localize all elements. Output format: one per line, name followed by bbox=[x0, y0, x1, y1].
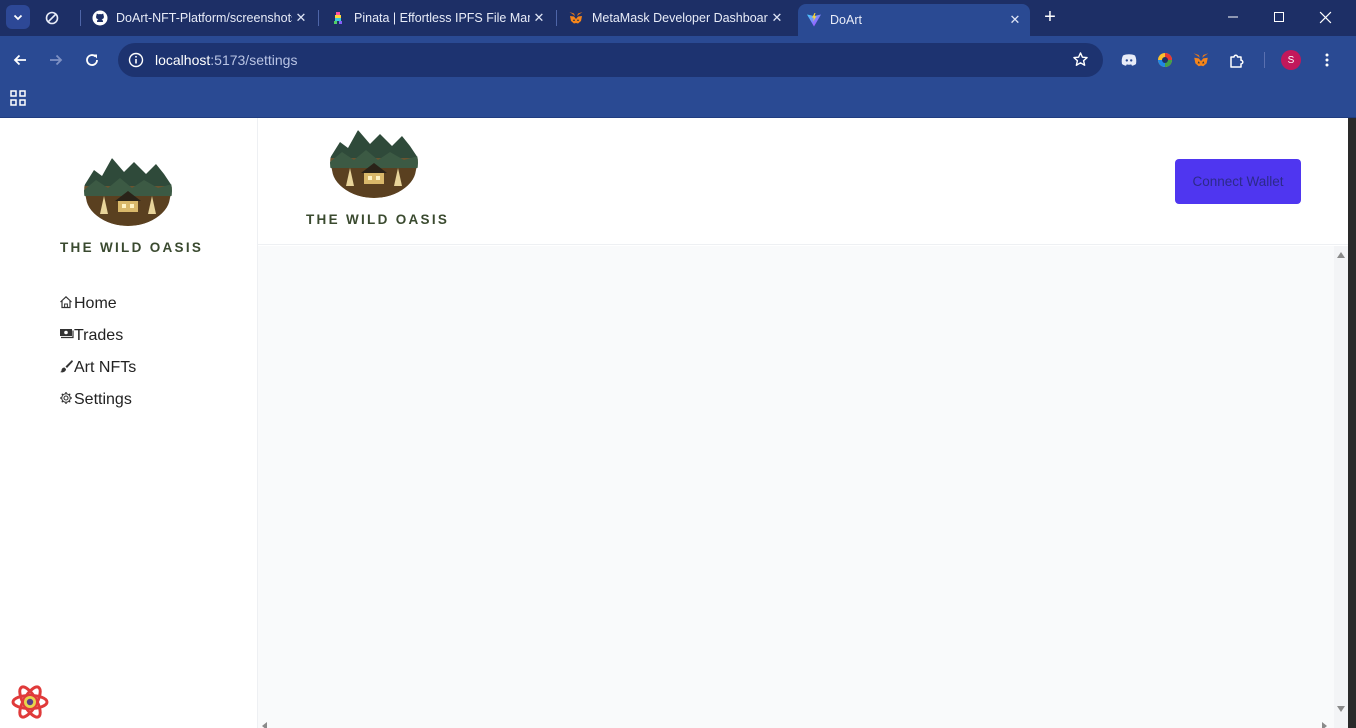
page-viewport: THE WILD OASIS Home Trades Art NFTs Sett… bbox=[0, 118, 1356, 728]
sidebar-logo-text: THE WILD OASIS bbox=[60, 240, 204, 255]
react-logo-icon bbox=[11, 683, 49, 721]
github-icon bbox=[92, 10, 108, 26]
connect-wallet-button[interactable]: Connect Wallet bbox=[1175, 159, 1301, 204]
extensions-puzzle-icon[interactable] bbox=[1227, 50, 1247, 70]
sidebar-item-label: Art NFTs bbox=[74, 359, 137, 376]
close-tab-icon[interactable]: ✕ bbox=[292, 10, 310, 26]
close-tab-icon[interactable]: ✕ bbox=[530, 10, 548, 26]
maximize-button[interactable] bbox=[1256, 0, 1302, 34]
arrow-right-icon bbox=[50, 54, 63, 66]
header-logo-image[interactable] bbox=[330, 128, 418, 198]
url-host: localhost bbox=[155, 52, 211, 68]
close-tab-icon[interactable]: ✕ bbox=[768, 10, 786, 26]
color-picker-extension-icon[interactable] bbox=[1155, 50, 1175, 70]
tab-separator bbox=[80, 10, 81, 26]
chevron-down-icon bbox=[13, 14, 23, 21]
tab-title: DoArt-NFT-Platform/screenshots bbox=[116, 11, 292, 25]
scroll-down-arrow[interactable] bbox=[1337, 706, 1345, 712]
home-icon bbox=[58, 294, 74, 310]
browser-menu-button[interactable] bbox=[1315, 48, 1339, 72]
tab-title: Pinata | Effortless IPFS File Management bbox=[354, 11, 530, 25]
main-content bbox=[258, 246, 1334, 728]
browser-tab-bar: DoArt-NFT-Platform/screenshots ✕ Pinata … bbox=[0, 0, 1356, 36]
site-info-icon[interactable] bbox=[126, 50, 146, 70]
toolbar-divider bbox=[1264, 52, 1265, 68]
forward-button[interactable] bbox=[44, 48, 68, 72]
gear-icon bbox=[58, 390, 74, 406]
window-edge bbox=[1348, 118, 1356, 728]
pinata-icon bbox=[330, 10, 346, 26]
reload-icon bbox=[86, 54, 98, 66]
sidebar-item-label: Home bbox=[74, 295, 117, 312]
tab-title: MetaMask Developer Dashboard bbox=[592, 11, 768, 25]
brush-icon bbox=[58, 358, 74, 374]
minimize-button[interactable] bbox=[1210, 0, 1256, 34]
tab-metamask[interactable]: MetaMask Developer Dashboard ✕ bbox=[568, 4, 786, 32]
profile-avatar[interactable]: S bbox=[1281, 50, 1301, 70]
arrow-left-icon bbox=[13, 54, 26, 66]
tab-pinata[interactable]: Pinata | Effortless IPFS File Management… bbox=[330, 4, 548, 32]
tab-search-button[interactable] bbox=[6, 5, 30, 29]
url-path: :5173/settings bbox=[210, 52, 298, 68]
tab-title: DoArt bbox=[830, 13, 862, 27]
sidebar-item-trades[interactable]: Trades bbox=[58, 326, 136, 358]
sidebar-item-art-nfts[interactable]: Art NFTs bbox=[58, 358, 136, 390]
vite-icon bbox=[806, 12, 822, 28]
minimize-icon bbox=[1228, 16, 1238, 18]
tab-github[interactable]: DoArt-NFT-Platform/screenshots ✕ bbox=[92, 4, 310, 32]
close-tab-icon[interactable]: ✕ bbox=[1006, 12, 1024, 28]
metamask-icon bbox=[568, 10, 584, 26]
scroll-right-arrow[interactable] bbox=[1322, 722, 1327, 728]
tab-pinned[interactable] bbox=[44, 4, 74, 32]
close-window-button[interactable] bbox=[1302, 0, 1348, 34]
sidebar-item-home[interactable]: Home bbox=[58, 294, 136, 326]
scroll-left-arrow[interactable] bbox=[262, 722, 267, 728]
sidebar: THE WILD OASIS Home Trades Art NFTs Sett… bbox=[0, 118, 258, 728]
circle-slash-icon bbox=[44, 10, 60, 26]
header-logo-text: THE WILD OASIS bbox=[306, 212, 450, 227]
close-icon bbox=[1319, 11, 1331, 23]
address-bar[interactable]: localhost:5173/settings bbox=[118, 43, 1103, 77]
maximize-icon bbox=[1274, 12, 1284, 22]
sidebar-nav: Home Trades Art NFTs Settings bbox=[58, 294, 136, 422]
sidebar-item-label: Trades bbox=[74, 327, 124, 344]
tab-separator bbox=[556, 10, 557, 26]
metamask-extension-icon[interactable] bbox=[1191, 50, 1211, 70]
scroll-up-arrow[interactable] bbox=[1337, 252, 1345, 258]
bookmarks-bar bbox=[0, 84, 1356, 118]
address-url[interactable]: localhost:5173/settings bbox=[155, 52, 297, 68]
sidebar-item-settings[interactable]: Settings bbox=[58, 390, 136, 422]
vertical-scrollbar[interactable] bbox=[1334, 246, 1348, 728]
trades-icon bbox=[58, 326, 74, 342]
reload-button[interactable] bbox=[80, 48, 104, 72]
app-header: THE WILD OASIS Connect Wallet bbox=[258, 118, 1348, 245]
sidebar-logo-image[interactable] bbox=[84, 156, 172, 226]
browser-toolbar: localhost:5173/settings bbox=[0, 36, 1356, 84]
react-devtools-button[interactable] bbox=[10, 682, 50, 722]
sidebar-item-label: Settings bbox=[74, 391, 132, 408]
apps-grid-icon[interactable] bbox=[9, 89, 27, 107]
tab-doart-active[interactable]: DoArt ✕ bbox=[798, 4, 1030, 36]
bookmark-star-icon[interactable] bbox=[1072, 51, 1089, 73]
back-button[interactable] bbox=[8, 48, 32, 72]
tab-separator bbox=[318, 10, 319, 26]
more-vertical-icon bbox=[1325, 53, 1329, 67]
new-tab-button[interactable]: + bbox=[1040, 6, 1060, 28]
discord-extension-icon[interactable] bbox=[1119, 50, 1139, 70]
